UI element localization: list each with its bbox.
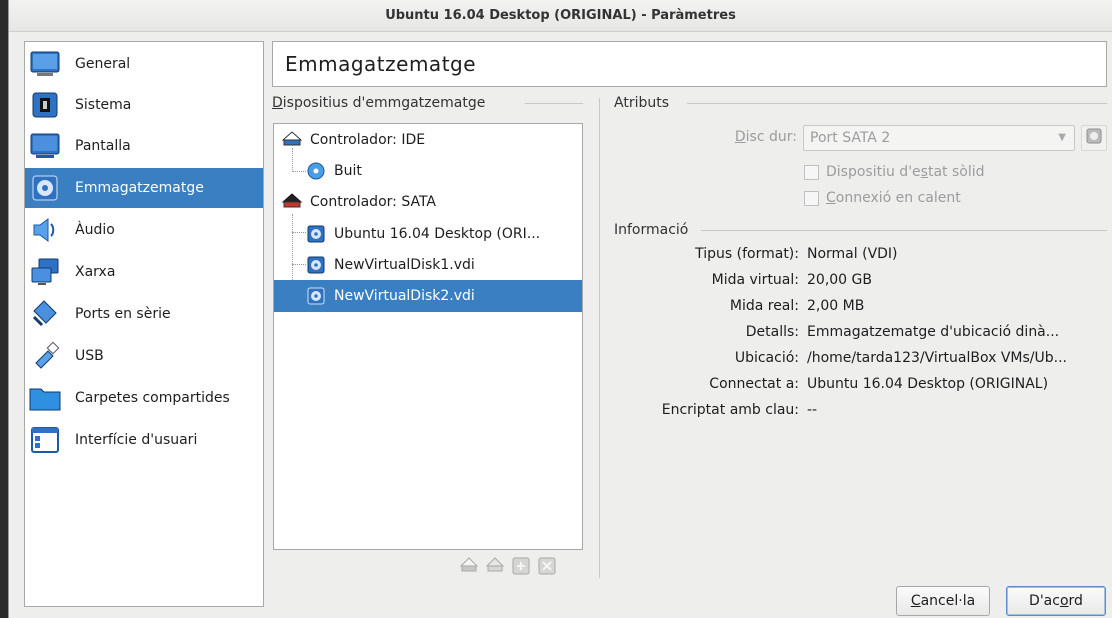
sidebar-item-label: Sistema — [75, 97, 132, 113]
vertical-divider — [599, 98, 600, 578]
sidebar-item-display[interactable]: Pantalla — [25, 126, 263, 166]
add-controller-icon[interactable] — [459, 556, 479, 576]
ok-button[interactable]: D'acord — [1006, 586, 1106, 616]
info-key-type: Tipus (format): — [695, 246, 799, 262]
information-keys: Tipus (format): Mida virtual: Mida real:… — [609, 246, 799, 426]
tree-item-empty-optical[interactable]: Buit — [274, 155, 582, 187]
chevron-down-icon: ▼ — [1058, 132, 1066, 143]
add-attachment-icon[interactable] — [511, 556, 531, 576]
sidebar-item-serial-ports[interactable]: Ports en sèrie — [25, 294, 263, 334]
audio-speaker-icon — [28, 213, 62, 247]
info-value-type: Normal (VDI) — [807, 246, 898, 262]
info-key-actual-size: Mida real: — [729, 298, 799, 314]
storage-disk-icon — [28, 171, 62, 205]
info-key-encryption: Encriptat amb clau: — [661, 402, 799, 418]
sidebar-item-label: USB — [75, 348, 104, 364]
attributes-group-title: Atributs — [614, 95, 670, 111]
divider — [701, 230, 1107, 231]
hard-disk-icon — [1086, 128, 1102, 148]
user-interface-icon — [28, 423, 62, 457]
hard-disk-port-select[interactable]: Port SATA 2 ▼ — [803, 125, 1075, 151]
tree-item-label: Controlador: SATA — [310, 194, 436, 210]
cancel-button[interactable]: Cancel·la — [896, 586, 990, 616]
window-title: Ubuntu 16.04 Desktop (ORIGINAL) - Paràme… — [9, 0, 1112, 32]
information-values: Normal (VDI) 20,00 GB 2,00 MB Emmagatzem… — [807, 246, 1107, 426]
info-value-actual-size: 2,00 MB — [807, 298, 865, 314]
ssd-checkbox-label: Dispositiu d'estat sòlid — [826, 164, 985, 180]
info-key-virtual-size: Mida virtual: — [711, 272, 799, 288]
divider — [525, 103, 583, 104]
sidebar-item-label: Carpetes compartides — [75, 390, 230, 406]
tree-item-disk[interactable]: NewVirtualDisk1.vdi — [274, 249, 582, 281]
tree-item-label: Ubuntu 16.04 Desktop (ORI... — [334, 226, 541, 242]
tree-item-label: NewVirtualDisk2.vdi — [334, 288, 475, 304]
tree-item-disk[interactable]: Ubuntu 16.04 Desktop (ORI... — [274, 218, 582, 250]
sidebar-item-label: Interfície d'usuari — [75, 432, 198, 448]
choose-disk-button[interactable] — [1081, 125, 1107, 151]
sidebar-item-label: Àudio — [75, 222, 115, 238]
sidebar-item-label: Pantalla — [75, 138, 131, 154]
hotplug-checkbox[interactable]: Connexió en calent — [804, 190, 961, 206]
sidebar-item-label: Emmagatzematge — [75, 180, 204, 196]
divider — [687, 103, 1107, 104]
sidebar-item-storage[interactable]: Emmagatzematge — [25, 168, 263, 208]
sidebar-item-audio[interactable]: Àudio — [25, 210, 263, 250]
page-title: Emmagatzematge — [272, 41, 1107, 87]
sidebar-item-label: General — [75, 56, 131, 72]
info-key-attached-to: Connectat a: — [709, 376, 799, 392]
info-key-location: Ubicació: — [734, 350, 799, 366]
serial-port-icon — [28, 297, 62, 331]
tree-item-label: NewVirtualDisk1.vdi — [334, 257, 475, 273]
info-value-encryption: -- — [807, 402, 818, 418]
system-chip-icon — [28, 88, 62, 122]
info-value-location: /home/tarda123/VirtualBox VMs/Ub... — [807, 350, 1067, 366]
display-monitor-icon — [28, 129, 62, 163]
network-icon — [28, 255, 62, 289]
info-value-details: Emmagatzematge d'ubicació dinà... — [807, 324, 1060, 340]
sidebar-item-network[interactable]: Xarxa — [25, 252, 263, 292]
hard-disk-icon — [306, 286, 326, 306]
settings-sidebar: General Sistema Pantalla Emmagatzematge … — [24, 41, 264, 607]
optical-disc-icon — [306, 161, 326, 181]
tree-item-ide-controller[interactable]: Controlador: IDE — [274, 124, 582, 156]
sidebar-item-general[interactable]: General — [25, 44, 263, 84]
remove-attachment-icon[interactable] — [537, 556, 557, 576]
information-group-title: Informació — [614, 222, 689, 238]
hard-disk-icon — [306, 255, 326, 275]
ide-controller-icon — [282, 130, 302, 150]
hotplug-checkbox-label: Connexió en calent — [826, 190, 961, 206]
checkbox-box — [804, 164, 819, 180]
info-key-details: Detalls: — [745, 324, 799, 340]
sidebar-item-system[interactable]: Sistema — [25, 85, 263, 125]
sidebar-item-label: Ports en sèrie — [75, 306, 171, 322]
general-icon — [28, 47, 62, 81]
ssd-checkbox[interactable]: Dispositiu d'estat sòlid — [804, 164, 985, 180]
tree-item-label: Controlador: IDE — [310, 132, 426, 148]
storage-tree[interactable]: Controlador: IDE Buit Controlador: SATA … — [273, 123, 583, 550]
storage-devices-group-title: Dispositius d'emmgatzematge — [272, 95, 486, 111]
info-value-attached-to: Ubuntu 16.04 Desktop (ORIGINAL) — [807, 376, 1049, 392]
tree-item-label: Buit — [334, 163, 362, 179]
checkbox-box — [804, 190, 819, 206]
hard-disk-port-value: Port SATA 2 — [810, 130, 891, 146]
hard-disk-label: Disc dur: — [734, 129, 797, 145]
sata-controller-icon — [282, 192, 302, 212]
hard-disk-icon — [306, 224, 326, 244]
tree-item-sata-controller[interactable]: Controlador: SATA — [274, 186, 582, 218]
sidebar-item-shared-folders[interactable]: Carpetes compartides — [25, 378, 263, 418]
sidebar-item-user-interface[interactable]: Interfície d'usuari — [25, 420, 263, 460]
sidebar-item-usb[interactable]: USB — [25, 336, 263, 376]
info-value-virtual-size: 20,00 GB — [807, 272, 872, 288]
sidebar-item-label: Xarxa — [75, 264, 116, 280]
remove-controller-icon[interactable] — [485, 556, 505, 576]
usb-icon — [28, 339, 62, 373]
tree-item-disk-selected[interactable]: NewVirtualDisk2.vdi — [274, 280, 582, 312]
settings-window: Ubuntu 16.04 Desktop (ORIGINAL) - Paràme… — [8, 0, 1112, 618]
shared-folder-icon — [28, 381, 62, 415]
